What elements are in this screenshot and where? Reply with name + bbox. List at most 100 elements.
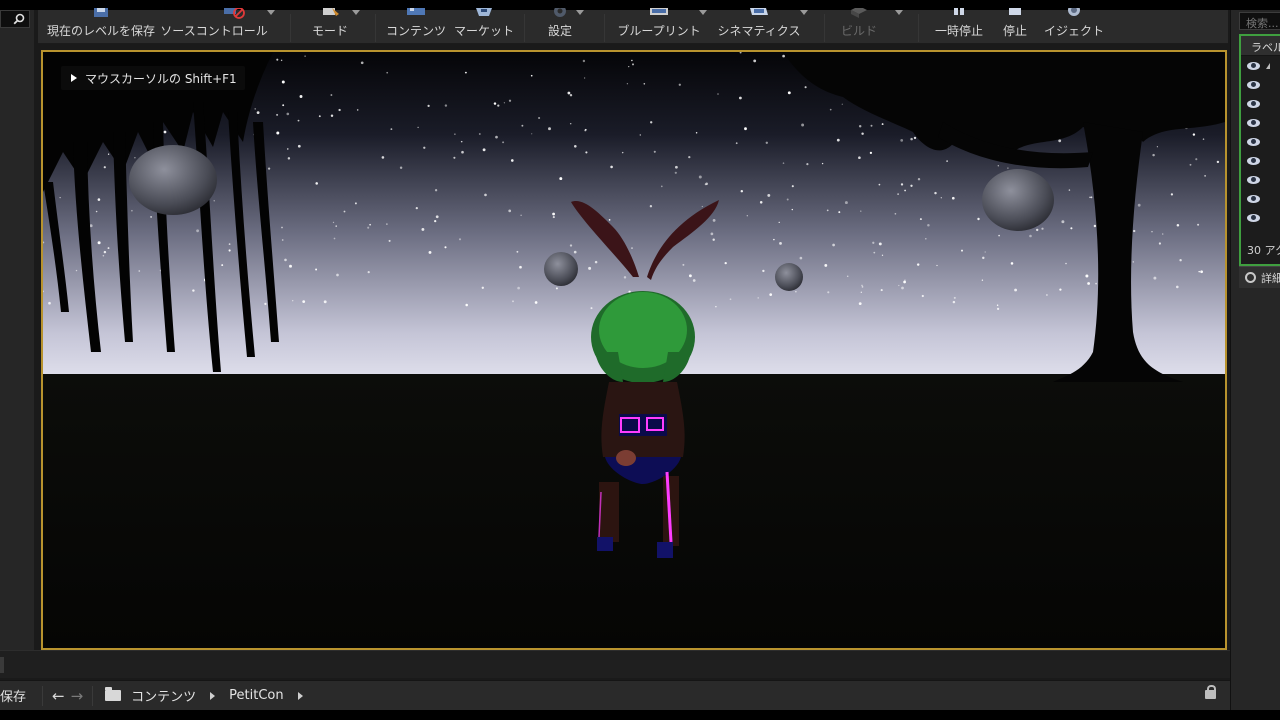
viewport-hint: マウスカーソルの Shift+F1 (61, 66, 245, 90)
cinematics-label: シネマティクス (717, 24, 801, 38)
eject-button[interactable]: イジェクト (1040, 8, 1108, 44)
left-search-box[interactable] (0, 10, 30, 28)
sphere-mesh[interactable] (544, 252, 578, 286)
sphere-mesh[interactable] (775, 263, 803, 291)
outliner-row[interactable] (1241, 132, 1280, 151)
outliner-row[interactable] (1241, 56, 1280, 75)
outliner-row[interactable] (1241, 94, 1280, 113)
settings-label: 設定 (547, 24, 572, 38)
details-tab-label: 詳細 (1261, 271, 1280, 285)
world-outliner: ラベル 30 アクタ (1239, 34, 1280, 266)
search-icon[interactable] (13, 13, 25, 25)
content-button[interactable]: コンテンツ (385, 8, 447, 44)
back-arrow-icon[interactable]: ← (52, 687, 65, 705)
outliner-search-input[interactable]: 検索... (1239, 12, 1280, 30)
details-icon (1245, 272, 1256, 283)
eye-icon[interactable] (1247, 194, 1260, 203)
save-level-button[interactable]: 現在のレベルを保存 (46, 8, 156, 44)
panel-stub (0, 657, 4, 673)
eye-icon[interactable] (1247, 175, 1260, 184)
details-tab[interactable]: 詳細 (1239, 266, 1280, 288)
source-control-button[interactable]: ソースコントロール (160, 8, 268, 44)
outliner-row[interactable] (1241, 113, 1280, 132)
content-icon (407, 8, 425, 15)
top-strip (0, 0, 1280, 10)
outliner-column-header[interactable]: ラベル (1241, 36, 1280, 56)
cinematics-dropdown[interactable] (800, 10, 808, 15)
settings-icon (554, 8, 566, 17)
breadcrumb-petitcon[interactable]: PetitCon (229, 688, 283, 703)
left-panel (0, 10, 34, 650)
stop-button[interactable]: 停止 (990, 8, 1040, 44)
eject-icon (1068, 8, 1080, 16)
build-dropdown[interactable] (895, 10, 903, 15)
editor-window: 現在のレベルを保存 ソースコントロール モード コンテンツ マーケット 設定 ブ… (0, 0, 1280, 720)
modes-dropdown[interactable] (352, 10, 360, 15)
eye-icon[interactable] (1247, 118, 1260, 127)
main-toolbar: 現在のレベルを保存 ソースコントロール モード コンテンツ マーケット 設定 ブ… (38, 8, 1228, 44)
modes-icon (323, 8, 339, 16)
lock-icon[interactable] (1205, 685, 1216, 699)
sphere-mesh[interactable] (129, 145, 217, 215)
outliner-row[interactable] (1241, 208, 1280, 227)
viewport-hint-text: マウスカーソルの Shift+F1 (85, 71, 237, 86)
settings-dropdown[interactable] (576, 10, 584, 15)
eye-icon[interactable] (1247, 156, 1260, 165)
breadcrumb-content[interactable]: コンテンツ (131, 686, 196, 705)
marketplace-icon (476, 8, 492, 16)
breadcrumb-arrow-icon[interactable] (297, 691, 303, 700)
build-icon (851, 8, 867, 18)
marketplace-label: マーケット (453, 24, 514, 38)
marketplace-button[interactable]: マーケット (452, 8, 516, 44)
right-panel: 検索... ラベル 30 アクタ 詳細 (1230, 10, 1280, 710)
eye-icon[interactable] (1247, 80, 1260, 89)
content-bar-separator (92, 685, 94, 706)
outliner-row[interactable] (1241, 75, 1280, 94)
pause-label: 一時停止 (934, 24, 983, 38)
toolbar-separator (604, 14, 605, 42)
eye-icon[interactable] (1247, 213, 1260, 222)
eye-icon[interactable] (1247, 61, 1260, 70)
settings-button[interactable]: 設定 (534, 8, 586, 44)
modes-button[interactable]: モード (300, 8, 360, 44)
source-control-icon (223, 8, 245, 19)
sphere-mesh[interactable] (982, 169, 1054, 231)
eye-icon[interactable] (1247, 137, 1260, 146)
toolbar-separator (824, 14, 825, 42)
content-browser-bar: 保存 ← → コンテンツ PetitCon (0, 680, 1230, 710)
blueprints-dropdown[interactable] (699, 10, 707, 15)
level-viewport[interactable]: マウスカーソルの Shift+F1 (41, 50, 1227, 650)
cinematics-button[interactable]: シネマティクス (714, 8, 804, 44)
breadcrumb-arrow-icon[interactable] (210, 691, 216, 700)
viewport-footer (0, 650, 1230, 678)
outliner-rows (1241, 56, 1280, 227)
blueprints-label: ブループリント (617, 24, 701, 38)
stop-label: 停止 (1002, 24, 1027, 38)
source-control-label: ソースコントロール (160, 24, 268, 38)
folder-icon (105, 687, 122, 701)
pause-icon (954, 8, 964, 15)
bottom-strip (0, 710, 1280, 720)
actor-count: 30 アクタ (1247, 244, 1280, 257)
pause-button[interactable]: 一時停止 (928, 8, 990, 44)
scene-render (43, 52, 1225, 648)
expand-arrow-icon[interactable] (1266, 62, 1270, 69)
eject-label: イジェクト (1043, 24, 1104, 38)
stop-icon (1009, 8, 1021, 15)
source-control-dropdown[interactable] (267, 10, 275, 15)
eye-icon[interactable] (1247, 99, 1260, 108)
outliner-row[interactable] (1241, 189, 1280, 208)
build-label: ビルド (840, 24, 877, 38)
modes-label: モード (311, 24, 348, 38)
outliner-row[interactable] (1241, 151, 1280, 170)
cinematics-icon (750, 8, 768, 15)
blueprints-button[interactable]: ブループリント (614, 8, 704, 44)
forward-arrow-icon[interactable]: → (71, 687, 84, 705)
play-triangle-icon (71, 74, 77, 82)
outliner-row[interactable] (1241, 170, 1280, 189)
toolbar-separator (290, 14, 291, 42)
save-icon (94, 8, 108, 17)
build-button[interactable]: ビルド (834, 8, 884, 44)
content-bar-separator (42, 685, 43, 706)
save-all-button[interactable]: 保存 (0, 686, 36, 705)
